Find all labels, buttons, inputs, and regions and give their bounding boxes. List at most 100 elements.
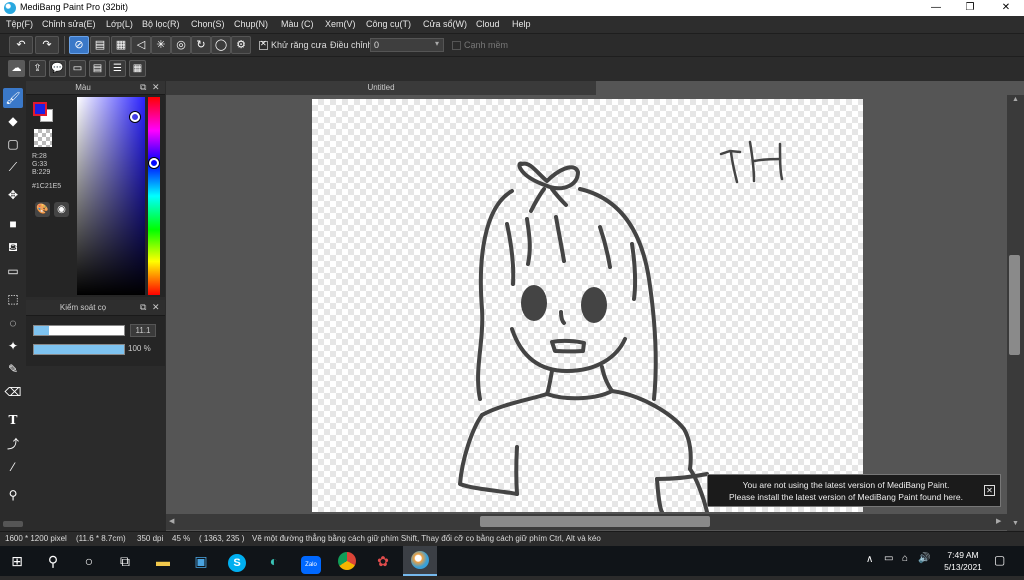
grid-panel-icon[interactable]: ▦ bbox=[129, 60, 146, 77]
grid-ruler-icon[interactable]: ▦ bbox=[111, 36, 131, 54]
volume-icon[interactable]: 🔊 bbox=[918, 553, 930, 564]
adjust-dropdown[interactable]: 0 ▾ bbox=[370, 38, 444, 52]
brush-size-value[interactable]: 11.1 bbox=[130, 324, 156, 337]
notifications-icon[interactable]: ▢ bbox=[994, 553, 1005, 567]
gradient-icon[interactable]: ▭ bbox=[3, 261, 23, 281]
edge-icon[interactable]: ◐ bbox=[257, 546, 291, 576]
battery-icon[interactable]: ▭ bbox=[884, 553, 893, 564]
brush-panel-title: Kiểm soát cọ bbox=[59, 303, 107, 312]
menu-cloud[interactable]: Cloud bbox=[476, 19, 500, 29]
sv-picker-handle[interactable] bbox=[130, 112, 140, 122]
search-icon[interactable]: ⚲ bbox=[36, 546, 70, 576]
chrome-icon[interactable] bbox=[330, 546, 364, 576]
task-view-icon[interactable]: ⧉ bbox=[108, 546, 142, 576]
select-rect-icon[interactable]: ⬚ bbox=[3, 289, 23, 309]
hue-slider[interactable] bbox=[148, 97, 160, 295]
scroll-up-icon[interactable]: ▲ bbox=[1012, 96, 1019, 103]
undock-icon[interactable]: ⧉ bbox=[140, 82, 146, 93]
parallel-ruler-icon[interactable]: ▤ bbox=[90, 36, 110, 54]
curve-ruler-icon[interactable]: ↻ bbox=[191, 36, 211, 54]
scroll-right-icon[interactable]: ▶ bbox=[996, 517, 1001, 525]
text-icon[interactable]: T bbox=[3, 410, 23, 430]
divide-icon[interactable]: ⁄ bbox=[3, 457, 23, 477]
close-window-button[interactable]: ✕ bbox=[988, 0, 1024, 16]
menu-view[interactable]: Xem(V) bbox=[325, 19, 356, 29]
operation-icon[interactable]: ⤴ bbox=[3, 434, 23, 454]
smooth-edge-checkbox[interactable] bbox=[452, 41, 461, 50]
undock-icon[interactable]: ⧉ bbox=[140, 302, 146, 313]
close-notice-icon[interactable]: ✕ bbox=[984, 485, 995, 496]
line-icon[interactable]: ⟋ bbox=[3, 157, 23, 177]
clock-time: 7:49 AM bbox=[947, 550, 979, 560]
eyedropper-icon[interactable]: ⚲ bbox=[3, 485, 23, 505]
cortana-icon[interactable]: ○ bbox=[72, 546, 106, 576]
minimize-button[interactable]: — bbox=[918, 0, 954, 16]
show-hidden-icons[interactable]: ∧ bbox=[866, 554, 873, 565]
bucket-icon[interactable]: ⛾ bbox=[3, 237, 23, 257]
restore-button[interactable]: ❐ bbox=[952, 0, 988, 16]
select-eraser-icon[interactable]: ⌫ bbox=[3, 382, 23, 402]
list-icon[interactable]: ☰ bbox=[109, 60, 126, 77]
fill-rect-icon[interactable]: ■ bbox=[3, 214, 23, 234]
drawing-canvas[interactable]: TH bbox=[312, 99, 863, 512]
menu-window[interactable]: Cửa sổ(W) bbox=[423, 19, 467, 29]
color-history-icon[interactable]: ◉ bbox=[54, 202, 69, 217]
brush-icon[interactable]: 🖌 bbox=[3, 88, 23, 108]
update-notification[interactable]: You are not using the latest version of … bbox=[707, 474, 1001, 507]
close-panel-icon[interactable]: ✕ bbox=[152, 302, 160, 313]
file-explorer-icon[interactable]: ▬ bbox=[146, 546, 180, 576]
horizontal-scroll-thumb[interactable] bbox=[480, 516, 710, 527]
concentric-ruler-icon[interactable]: ◎ bbox=[171, 36, 191, 54]
palette-icon[interactable]: 🎨 bbox=[35, 202, 50, 217]
menu-help[interactable]: Help bbox=[512, 19, 531, 29]
menu-layer[interactable]: Lớp(L) bbox=[106, 19, 133, 29]
red-value: R:28 bbox=[32, 153, 47, 160]
redo-icon[interactable]: ↷ bbox=[35, 36, 59, 54]
move-icon[interactable]: ✥ bbox=[3, 185, 23, 205]
menu-color[interactable]: Màu (C) bbox=[281, 19, 314, 29]
skype-icon[interactable]: S bbox=[220, 546, 254, 576]
select-pen-icon[interactable]: ✎ bbox=[3, 359, 23, 379]
vertical-scroll-thumb[interactable] bbox=[1009, 255, 1020, 355]
menu-capture[interactable]: Chụp(N) bbox=[234, 19, 268, 29]
document-tab[interactable]: Untitled bbox=[166, 81, 596, 95]
menu-filter[interactable]: Bộ lọc(R) bbox=[142, 19, 180, 29]
paint-app-icon[interactable]: ✿ bbox=[366, 546, 400, 576]
share-icon[interactable]: ⇪ bbox=[29, 60, 46, 77]
menu-select[interactable]: Chọn(S) bbox=[191, 19, 225, 29]
radial-ruler-icon[interactable]: ✳ bbox=[151, 36, 171, 54]
brush-size-slider[interactable] bbox=[33, 325, 125, 336]
hue-slider-handle[interactable] bbox=[149, 158, 159, 168]
transparent-color-swatch[interactable] bbox=[34, 129, 52, 147]
comment-icon[interactable]: ▭ bbox=[69, 60, 86, 77]
zalo-icon[interactable]: Zalo bbox=[294, 546, 328, 576]
eraser-icon[interactable]: ◆ bbox=[3, 111, 23, 131]
scroll-left-icon[interactable]: ◀ bbox=[169, 517, 174, 525]
medibang-taskbar-icon[interactable] bbox=[403, 546, 437, 576]
page-icon[interactable]: ▤ bbox=[89, 60, 106, 77]
ellipse-ruler-icon[interactable]: ◯ bbox=[211, 36, 231, 54]
scroll-down-icon[interactable]: ▼ bbox=[1012, 520, 1019, 527]
antialias-checkbox[interactable] bbox=[259, 39, 268, 50]
clock[interactable]: 7:49 AM 5/13/2021 bbox=[938, 549, 988, 573]
primary-color-swatch[interactable] bbox=[33, 102, 47, 116]
store-icon[interactable]: ▣ bbox=[184, 546, 218, 576]
no-guide-icon[interactable]: ⊘ bbox=[69, 36, 89, 54]
palette-collapse-handle[interactable] bbox=[3, 521, 23, 527]
snap-settings-icon[interactable]: ⚙ bbox=[231, 36, 251, 54]
saturation-value-picker[interactable] bbox=[77, 97, 145, 295]
lasso-icon[interactable]: ◌ bbox=[3, 313, 23, 333]
menu-file[interactable]: Tệp(F) bbox=[6, 19, 33, 29]
close-panel-icon[interactable]: ✕ bbox=[152, 82, 160, 93]
menu-tools[interactable]: Công cụ(T) bbox=[366, 19, 411, 29]
network-icon[interactable]: ⌂ bbox=[902, 553, 908, 564]
magic-wand-icon[interactable]: ✦ bbox=[3, 336, 23, 356]
undo-icon[interactable]: ↶ bbox=[9, 36, 33, 54]
menu-edit[interactable]: Chỉnh sửa(E) bbox=[42, 19, 96, 29]
speech-bubble-icon[interactable]: 💬 bbox=[49, 60, 66, 77]
dot-icon[interactable]: ▢ bbox=[3, 134, 23, 154]
brush-opacity-slider[interactable] bbox=[33, 344, 125, 355]
cloud-icon[interactable]: ☁ bbox=[8, 60, 25, 77]
perspective-icon[interactable]: ◁ bbox=[131, 36, 151, 54]
windows-start-icon[interactable]: ⊞ bbox=[0, 546, 34, 576]
